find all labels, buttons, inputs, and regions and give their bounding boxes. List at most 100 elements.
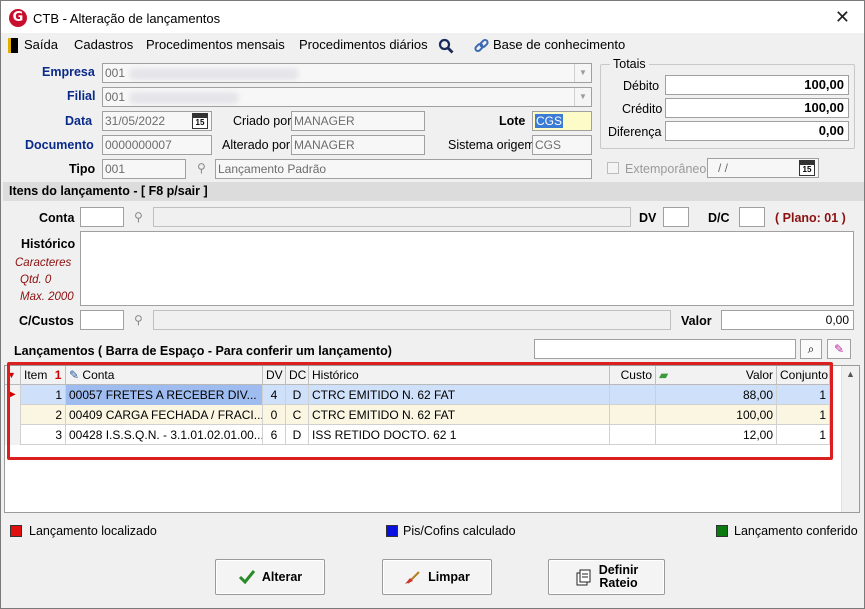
cell-conjunto: 1 bbox=[777, 425, 830, 445]
valor-field[interactable]: 0,00 bbox=[721, 310, 854, 330]
valor-label: Valor bbox=[681, 314, 712, 328]
col-historico[interactable]: Histórico bbox=[309, 366, 610, 385]
menu-procedimentos-diarios[interactable]: Procedimentos diários bbox=[299, 37, 428, 52]
criado-label: Criado por bbox=[233, 114, 292, 128]
criado-field: MANAGER bbox=[291, 111, 425, 131]
lote-value: CGS bbox=[535, 114, 564, 128]
ccustos-description bbox=[153, 310, 671, 330]
row-indicator bbox=[5, 425, 21, 445]
col-conjunto[interactable]: Conjunto bbox=[777, 366, 830, 385]
qtd-label: Qtd. 0 bbox=[20, 274, 52, 286]
current-row-indicator-icon: ▶ bbox=[5, 385, 21, 405]
dv-label: DV bbox=[639, 211, 657, 225]
cell-dv: 6 bbox=[263, 425, 286, 445]
filter-icon[interactable]: ⌕ bbox=[800, 339, 822, 359]
calendar-icon[interactable]: 15 bbox=[799, 160, 815, 176]
filial-select[interactable]: 001 ▼ bbox=[102, 87, 592, 107]
cell-historico: ISS RETIDO DOCTO. 62 1 bbox=[309, 425, 610, 445]
cell-valor: 12,00 bbox=[656, 425, 777, 445]
totais-title: Totais bbox=[610, 57, 649, 71]
table-row[interactable]: 3 00428 I.S.S.Q.N. - 3.1.01.02.01.00... … bbox=[5, 425, 830, 445]
cell-conta: 00409 CARGA FECHADA / FRACI... bbox=[66, 405, 263, 425]
menu-base-conhecimento[interactable]: Base de conhecimento bbox=[493, 37, 625, 52]
binoculars-icon[interactable]: ⚲ bbox=[134, 210, 143, 224]
binoculars-icon[interactable]: ⚲ bbox=[134, 313, 143, 327]
conta-description bbox=[153, 207, 631, 227]
cell-valor: 88,00 bbox=[656, 385, 777, 405]
col-conta[interactable]: ✎ Conta bbox=[66, 366, 263, 385]
lancamentos-search-input[interactable] bbox=[534, 339, 796, 359]
cell-item: 3 bbox=[21, 425, 66, 445]
table-row[interactable]: ▶ 1 00057 FRETES A RECEBER DIV... 4 D CT… bbox=[5, 385, 830, 405]
max-label: Max. 2000 bbox=[20, 291, 74, 303]
chevron-down-icon[interactable]: ▼ bbox=[574, 64, 591, 82]
documento-field[interactable]: 0000000007 bbox=[102, 135, 212, 155]
filial-label: Filial bbox=[67, 89, 96, 103]
data-value: 31/05/2022 bbox=[105, 114, 166, 128]
menu-procedimentos-mensais[interactable]: Procedimentos mensais bbox=[146, 37, 285, 52]
col-valor[interactable]: ▰ Valor bbox=[656, 366, 777, 385]
binoculars-icon[interactable]: ⚲ bbox=[197, 161, 206, 175]
cell-item: 1 bbox=[21, 385, 66, 405]
documento-value: 0000000007 bbox=[105, 138, 172, 152]
ccustos-field[interactable] bbox=[80, 310, 124, 330]
table-row[interactable]: 2 00409 CARGA FECHADA / FRACI... 0 C CTR… bbox=[5, 405, 830, 425]
col-custo[interactable]: Custo bbox=[610, 366, 656, 385]
menu-cadastros[interactable]: Cadastros bbox=[74, 37, 133, 52]
ccustos-label: C/Custos bbox=[19, 314, 74, 328]
extemporaneo-date-value: / / bbox=[718, 161, 729, 175]
cell-item: 2 bbox=[21, 405, 66, 425]
cell-valor: 100,00 bbox=[656, 405, 777, 425]
menu-bar: Saída Cadastros Procedimentos mensais Pr… bbox=[1, 34, 864, 56]
cell-conta: 00428 I.S.S.Q.N. - 3.1.01.02.01.00... bbox=[66, 425, 263, 445]
debito-label: Débito bbox=[623, 79, 660, 93]
col-item[interactable]: Item 1 bbox=[21, 366, 66, 385]
vertical-scrollbar[interactable]: ▲ bbox=[841, 366, 859, 512]
sistema-value: CGS bbox=[535, 138, 562, 152]
extemporaneo-label: Extemporâneo bbox=[625, 162, 707, 176]
itens-section-header: Itens do lançamento - [ F8 p/sair ] bbox=[3, 182, 864, 201]
plano-label: ( Plano: 01 ) bbox=[775, 211, 846, 225]
alterar-button[interactable]: Alterar bbox=[215, 559, 325, 595]
search-icon[interactable] bbox=[438, 38, 454, 54]
conta-field[interactable] bbox=[80, 207, 124, 227]
legend-red-swatch bbox=[10, 525, 22, 537]
legend-piscofins: Pis/Cofins calculado bbox=[403, 524, 516, 538]
dc-field[interactable] bbox=[739, 207, 765, 227]
menu-saida[interactable]: Saída bbox=[24, 37, 58, 52]
calendar-icon[interactable]: 15 bbox=[192, 113, 208, 129]
criado-value: MANAGER bbox=[294, 114, 355, 128]
scroll-up-icon[interactable]: ▲ bbox=[842, 366, 859, 379]
diferenca-label: Diferença bbox=[608, 125, 662, 139]
limpar-button[interactable]: Limpar bbox=[382, 559, 492, 595]
eraser-icon[interactable]: ✎ bbox=[827, 339, 851, 359]
col-dv[interactable]: DV bbox=[263, 366, 286, 385]
tipo-description: Lançamento Padrão bbox=[215, 159, 592, 179]
dv-field[interactable] bbox=[663, 207, 689, 227]
definir-rateio-button[interactable]: Definir Rateio bbox=[548, 559, 665, 595]
lancamentos-title: Lançamentos ( Barra de Espaço - Para con… bbox=[14, 344, 392, 358]
alterado-field: MANAGER bbox=[291, 135, 425, 155]
lote-field[interactable]: CGS bbox=[532, 111, 592, 131]
legend-localizado: Lançamento localizado bbox=[29, 524, 157, 538]
alterado-value: MANAGER bbox=[294, 138, 355, 152]
empresa-select[interactable]: 001 ▼ bbox=[102, 63, 592, 83]
close-button[interactable]: ✕ bbox=[835, 7, 850, 28]
historico-label: Histórico bbox=[21, 237, 76, 251]
legend-green-swatch bbox=[716, 525, 728, 537]
extemporaneo-checkbox[interactable] bbox=[607, 162, 619, 174]
historico-textarea[interactable] bbox=[80, 231, 854, 306]
checkmark-icon bbox=[238, 570, 256, 585]
chevron-down-icon[interactable]: ▼ bbox=[574, 88, 591, 106]
col-dc[interactable]: DC bbox=[286, 366, 309, 385]
lancamentos-grid[interactable]: ▼ Item 1 ✎ Conta DV DC Histórico Custo ▰… bbox=[4, 365, 860, 513]
cell-dc: D bbox=[286, 385, 309, 405]
col-conta-label: Conta bbox=[82, 368, 115, 382]
empresa-value: 001 bbox=[105, 66, 126, 80]
sistema-field: CGS bbox=[532, 135, 592, 155]
cell-conjunto: 1 bbox=[777, 405, 830, 425]
legend-blue-swatch bbox=[386, 525, 398, 537]
cell-custo bbox=[610, 425, 656, 445]
tipo-field[interactable]: 001 bbox=[102, 159, 186, 179]
cell-custo bbox=[610, 385, 656, 405]
